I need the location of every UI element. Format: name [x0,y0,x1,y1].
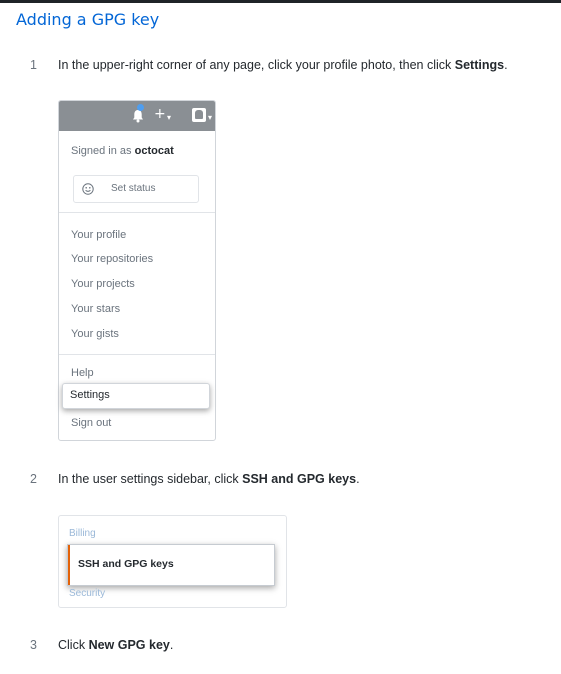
step-text: Click New GPG key. [58,638,174,652]
menu-item-your-stars[interactable]: Your stars [71,303,120,315]
settings-sidebar-screenshot: Billing SSH and GPG keys Security [58,515,287,608]
ssh-gpg-label: SSH and GPG keys [78,558,174,570]
step-text: In the user settings sidebar, click SSH … [58,472,360,486]
plus-icon[interactable]: + [154,106,166,122]
menu-item-settings[interactable]: Settings [62,383,210,409]
page-title: Adding a GPG key [16,10,160,29]
settings-label: Settings [70,389,110,401]
sidebar-item-billing[interactable]: Billing [69,528,96,539]
set-status-label: Set status [111,183,156,194]
notification-dot [137,104,144,111]
active-indicator [68,545,70,585]
menu-item-your-repositories[interactable]: Your repositories [71,253,153,265]
smiley-icon [82,183,94,195]
divider [59,212,215,213]
step-number: 3 [30,638,37,652]
menu-item-your-gists[interactable]: Your gists [71,328,119,340]
menu-item-your-projects[interactable]: Your projects [71,278,135,290]
menu-item-help[interactable]: Help [71,367,94,379]
step-text: In the upper-right corner of any page, c… [58,58,508,72]
profile-dropdown-screenshot: + ▾ ▾ Signed in as octocat Set status Yo… [58,100,216,441]
chevron-down-icon[interactable]: ▾ [208,113,212,122]
sidebar-item-ssh-gpg-keys[interactable]: SSH and GPG keys [67,544,275,586]
username: octocat [134,145,174,157]
header-bar: + ▾ ▾ [59,101,215,131]
menu-item-sign-out[interactable]: Sign out [71,417,111,429]
menu-item-your-profile[interactable]: Your profile [71,229,126,241]
chevron-down-icon[interactable]: ▾ [167,113,171,122]
top-border [0,0,561,3]
avatar[interactable] [192,108,206,122]
divider [59,354,215,355]
set-status-button[interactable]: Set status [73,175,199,203]
sidebar-item-security[interactable]: Security [69,588,105,599]
step-number: 2 [30,472,37,486]
signed-in-label: Signed in as octocat [71,145,174,157]
step-number: 1 [30,58,37,72]
